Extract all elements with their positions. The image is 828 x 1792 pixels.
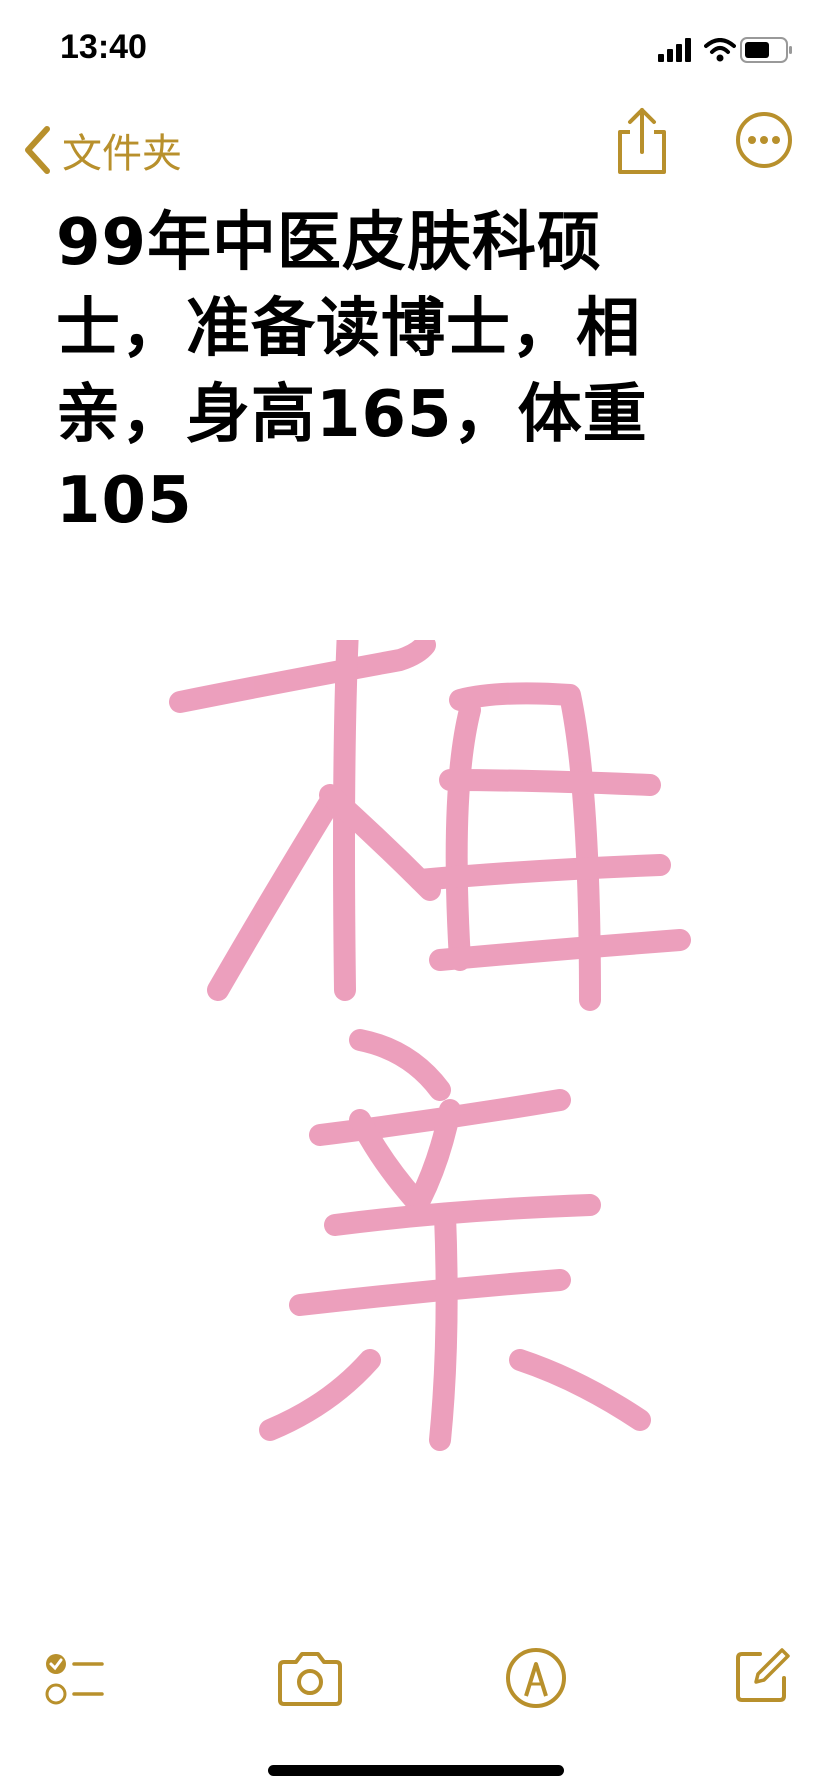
markup-button[interactable] [504, 1646, 568, 1710]
bottom-toolbar [0, 1630, 828, 1730]
note-title[interactable]: 99年中医皮肤科硕 士，准备读博士，相 亲，身高165，体重 105 [56, 200, 716, 544]
status-time: 13:40 [60, 28, 147, 66]
more-icon [736, 112, 792, 168]
drawing-stroke [509, 1349, 651, 1431]
checklist-button[interactable] [44, 1650, 104, 1710]
note-title-line: 99年中医皮肤科硕 [56, 206, 603, 280]
drawing-stroke [439, 769, 661, 796]
battery-icon [740, 37, 792, 63]
compose-button[interactable] [732, 1646, 792, 1706]
camera-button[interactable] [276, 1650, 344, 1708]
share-button[interactable] [610, 106, 674, 178]
drawing-stroke [445, 699, 481, 971]
note-title-line: 105 [56, 464, 193, 538]
camera-icon [278, 1652, 342, 1706]
drawing-stroke [207, 791, 341, 1001]
back-button[interactable]: 文件夹 [22, 110, 182, 190]
share-icon [618, 108, 666, 174]
status-bar: 13:40 [0, 0, 828, 100]
checklist-icon [45, 1654, 104, 1705]
drawing-stroke [259, 1349, 381, 1441]
note-title-line: 亲，身高165，体重 [56, 378, 648, 452]
drawing-stroke [409, 854, 671, 891]
drawing-stroke [349, 1029, 451, 1101]
more-button[interactable] [734, 110, 794, 170]
chevron-left-icon [25, 126, 50, 174]
home-indicator [268, 1765, 564, 1776]
drawing-stroke [324, 1194, 601, 1236]
drawing-stroke [429, 929, 691, 971]
drawing-stroke [289, 1269, 571, 1316]
note-title-line: 士，准备读博士，相 [56, 292, 641, 366]
back-label: 文件夹 [62, 131, 182, 177]
handwritten-drawing[interactable] [150, 640, 750, 1540]
nav-bar: 文件夹 [0, 100, 828, 210]
cellular-signal-icon [658, 38, 691, 62]
wifi-icon [704, 38, 736, 62]
markup-icon [506, 1648, 566, 1708]
drawing-stroke [429, 1204, 458, 1451]
compose-icon [736, 1648, 790, 1702]
drawing-stroke [169, 640, 436, 713]
